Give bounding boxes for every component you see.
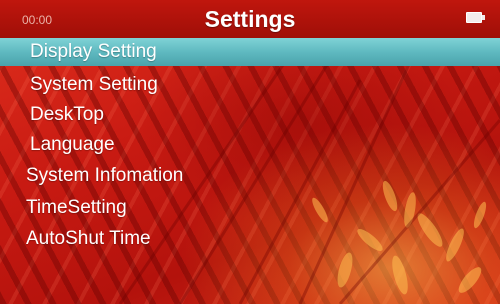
menu-item-display-setting[interactable]: Display Setting: [0, 38, 500, 66]
menu-item-label: System Setting: [30, 74, 158, 95]
menu-item-label: DeskTop: [30, 104, 104, 125]
menu-item-label: AutoShut Time: [26, 228, 151, 249]
menu-item-system-information[interactable]: System Infomation: [0, 162, 500, 190]
menu-item-desktop[interactable]: DeskTop: [0, 101, 500, 129]
page-title: Settings: [204, 6, 296, 32]
menu-item-autoshut-time[interactable]: AutoShut Time: [0, 225, 500, 253]
menu-item-label: Language: [30, 134, 115, 155]
menu-item-label: Display Setting: [30, 41, 157, 62]
menu-item-time-setting[interactable]: TimeSetting: [0, 194, 500, 222]
device-screen: 00:00 Settings Display Setting System Se…: [0, 0, 500, 304]
title-bar: 00:00 Settings: [0, 0, 500, 38]
menu-item-language[interactable]: Language: [0, 131, 500, 159]
menu-item-system-setting[interactable]: System Setting: [0, 71, 500, 99]
menu-item-label: TimeSetting: [26, 197, 127, 218]
menu-item-label: System Infomation: [26, 165, 184, 186]
battery-icon: [466, 12, 485, 23]
